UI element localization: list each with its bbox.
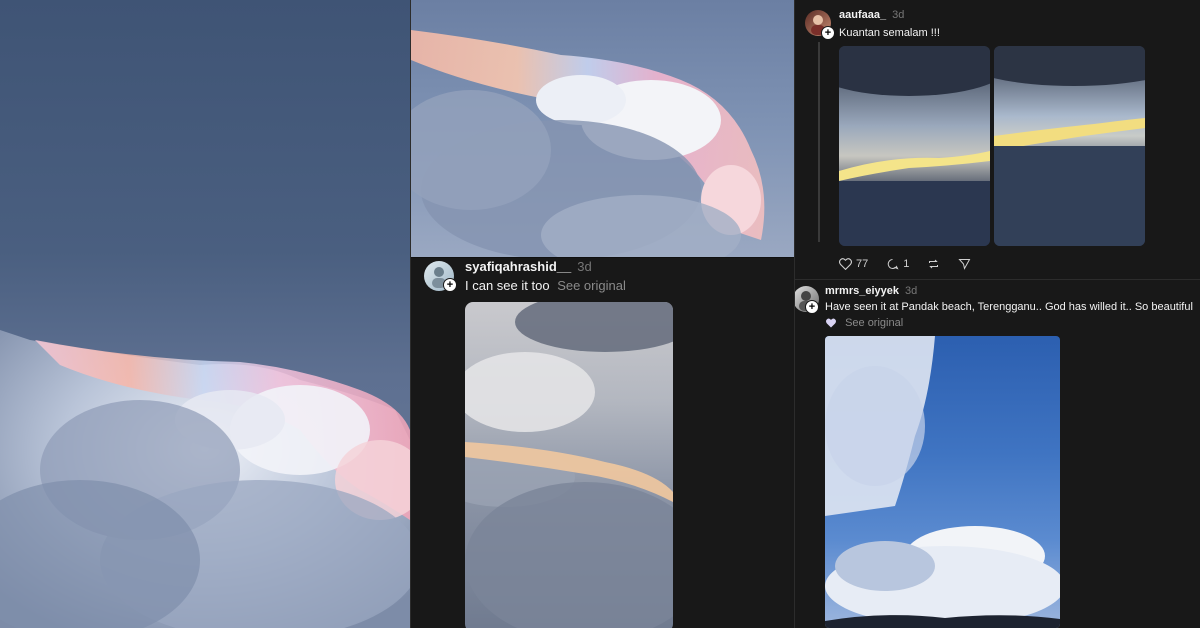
see-original-link[interactable]: See original	[845, 317, 903, 329]
username-text[interactable]: syafiqahrashid__	[465, 259, 571, 274]
see-original-link[interactable]: See original	[557, 278, 626, 293]
username[interactable]: aaufaaa_ 3d	[839, 9, 904, 21]
cloud-illustration-top	[411, 30, 765, 257]
photo-clouds	[994, 46, 1145, 246]
see-original-row[interactable]: See original	[825, 317, 903, 329]
follow-plus-icon[interactable]: +	[821, 26, 835, 40]
like-button[interactable]: 77	[839, 258, 868, 270]
post-aaufaaa: + aaufaaa_ 3d Kuantan semalam !!! 77 1	[795, 0, 1200, 279]
post-syafiqahrashid: + syafiqahrashid__ 3d I can see it too Se…	[411, 258, 794, 628]
post-body: Kuantan semalam !!!	[839, 27, 940, 39]
post-text: I can see it too See original	[465, 278, 626, 293]
cloud-illustration-left	[0, 330, 410, 628]
share-button[interactable]	[958, 258, 971, 270]
heart-icon	[826, 318, 836, 328]
post-photo[interactable]	[825, 336, 1060, 628]
reply-button[interactable]: 1	[886, 258, 909, 270]
share-icon	[958, 259, 971, 270]
top-cloud-photo	[411, 0, 794, 257]
repost-button[interactable]	[927, 258, 940, 270]
photo-clouds	[839, 46, 990, 246]
photo-clouds	[825, 336, 1060, 628]
post-time: 3d	[892, 9, 905, 21]
repost-icon	[929, 259, 939, 269]
left-cloud-photo	[0, 0, 410, 628]
photo-clouds	[465, 302, 673, 628]
post-body: I can see it too	[465, 278, 550, 293]
heart-icon	[839, 258, 852, 270]
thread-line	[818, 42, 820, 242]
follow-plus-icon[interactable]: +	[443, 278, 457, 292]
follow-plus-icon[interactable]: +	[805, 300, 819, 314]
username[interactable]: mrmrs_eiyyek 3d	[825, 285, 917, 297]
reply-count: 1	[903, 258, 910, 270]
post-photo[interactable]	[465, 302, 673, 628]
username-text[interactable]: aaufaaa_	[839, 9, 886, 21]
username-text[interactable]: mrmrs_eiyyek	[825, 285, 899, 297]
post-photo-1[interactable]	[839, 46, 990, 246]
post-actions: 77 1	[839, 258, 971, 270]
post-photo-2[interactable]	[994, 46, 1145, 246]
reply-icon	[888, 259, 899, 270]
post-time: 3d	[905, 285, 918, 297]
post-time: 3d	[577, 259, 592, 274]
post-mrmrs-eiyyek: + mrmrs_eiyyek 3d Have seen it at Pandak …	[795, 280, 1200, 628]
post-body: Have seen it at Pandak beach, Terengganu…	[825, 301, 1193, 313]
username[interactable]: syafiqahrashid__ 3d	[465, 259, 592, 274]
like-count: 77	[856, 258, 869, 270]
